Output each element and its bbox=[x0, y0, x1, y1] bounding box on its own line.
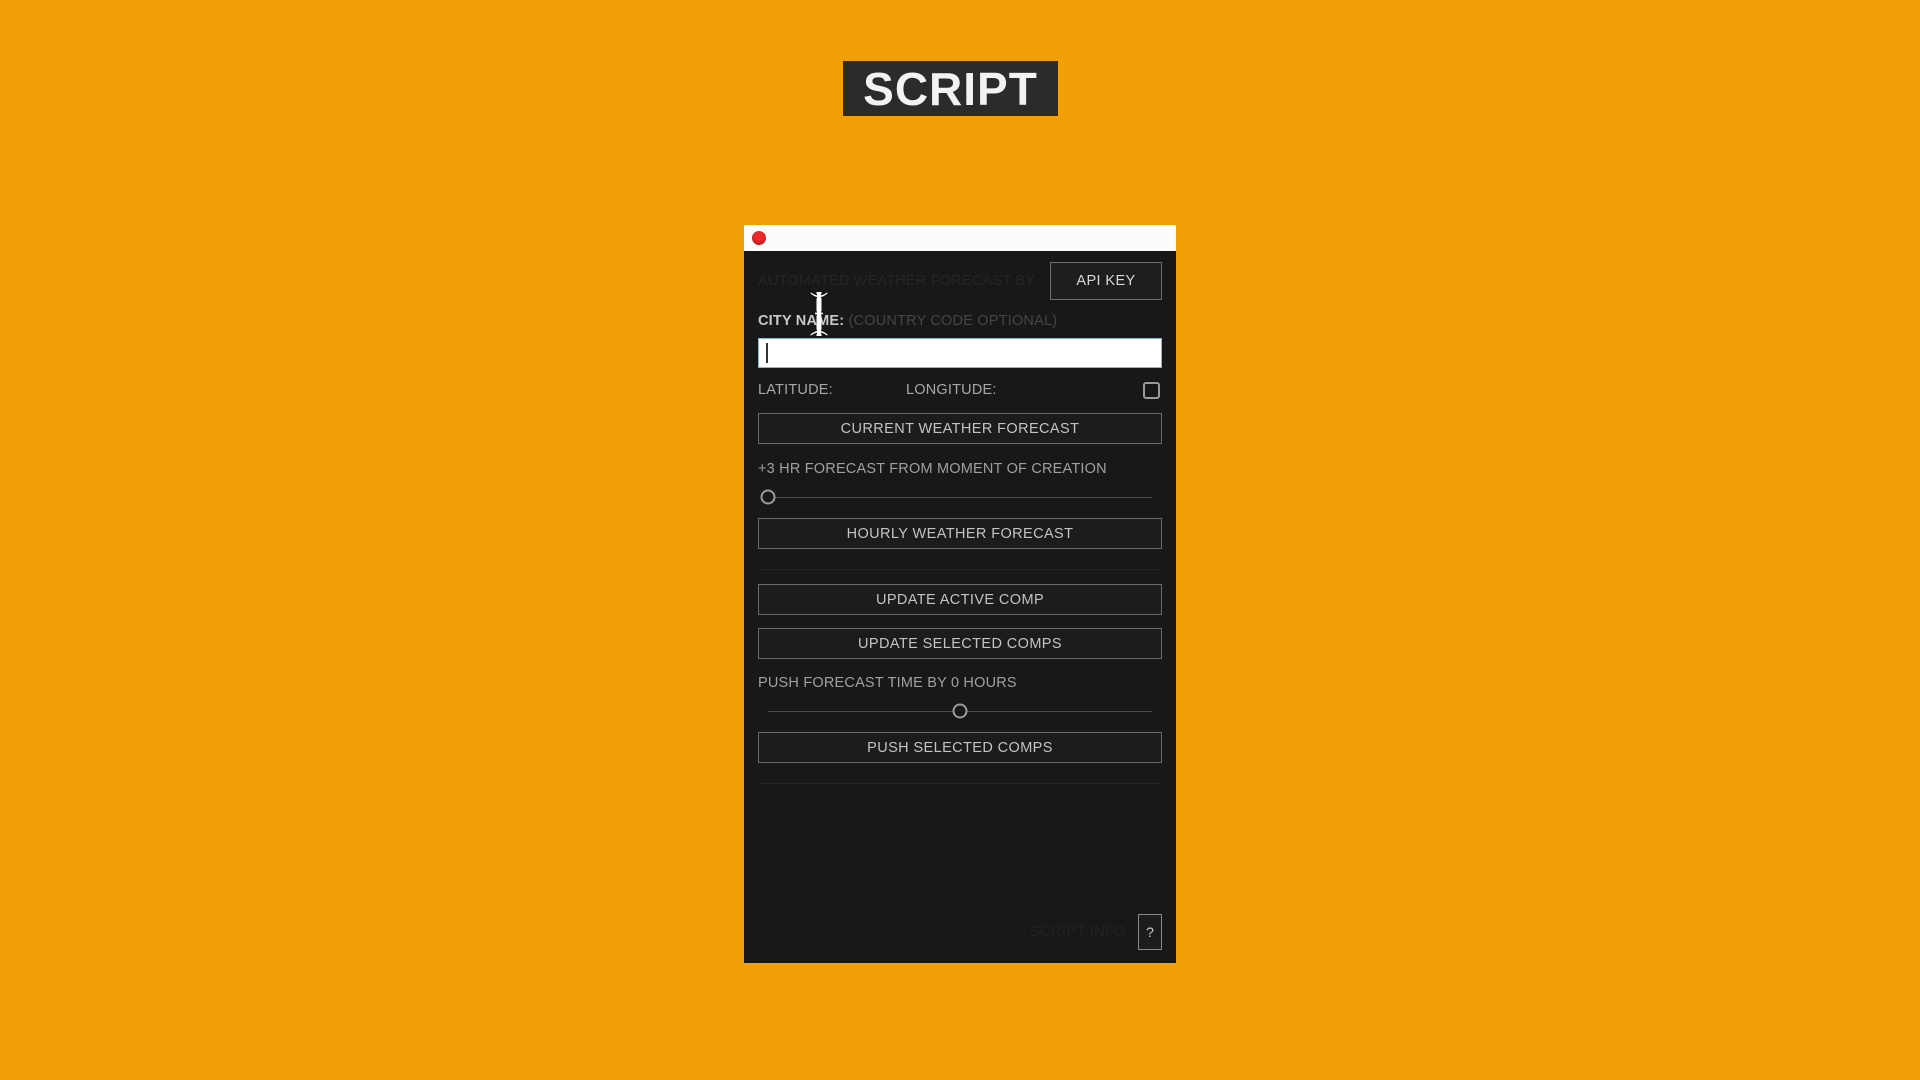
script-title-badge: SCRIPT bbox=[843, 61, 1058, 116]
city-input-wrapper bbox=[758, 338, 1162, 368]
hour-offset-slider-track bbox=[768, 497, 1152, 498]
city-name-label: CITY NAME: bbox=[758, 313, 845, 329]
update-selected-comps-button[interactable]: UPDATE SELECTED COMPS bbox=[758, 628, 1162, 659]
current-weather-forecast-button[interactable]: CURRENT WEATHER FORECAST bbox=[758, 413, 1162, 444]
push-time-slider-thumb[interactable] bbox=[952, 703, 968, 719]
panel-body: AUTOMATED WEATHER FORECAST BY API KEY CI… bbox=[744, 251, 1176, 963]
push-time-slider-label: PUSH FORECAST TIME BY 0 HOURS bbox=[758, 675, 1017, 691]
hour-offset-slider[interactable] bbox=[758, 486, 1162, 508]
panel-titlebar bbox=[744, 225, 1176, 251]
update-active-comp-button[interactable]: UPDATE ACTIVE COMP bbox=[758, 584, 1162, 615]
script-info-link[interactable]: SCRIPT INFO bbox=[1030, 924, 1126, 940]
push-time-slider[interactable] bbox=[758, 700, 1162, 722]
section-divider-1 bbox=[758, 569, 1162, 570]
city-name-label-row: CITY NAME: (COUNTRY CODE OPTIONAL) bbox=[758, 313, 1162, 329]
close-icon[interactable] bbox=[752, 231, 766, 245]
text-caret bbox=[766, 343, 768, 363]
hourly-weather-forecast-button[interactable]: HOURLY WEATHER FORECAST bbox=[758, 518, 1162, 549]
help-button[interactable]: ? bbox=[1138, 914, 1162, 950]
page-title: SCRIPT bbox=[863, 62, 1038, 115]
latitude-label: LATITUDE: bbox=[758, 382, 833, 398]
hour-offset-slider-label: +3 HR FORECAST FROM MOMENT OF CREATION bbox=[758, 461, 1107, 477]
hour-offset-slider-thumb[interactable] bbox=[760, 489, 776, 505]
longitude-label: LONGITUDE: bbox=[906, 382, 997, 398]
coordinates-checkbox[interactable] bbox=[1143, 381, 1160, 399]
section-divider-2 bbox=[758, 783, 1162, 784]
script-panel-window: AUTOMATED WEATHER FORECAST BY API KEY CI… bbox=[742, 223, 1178, 965]
coordinates-row: LATITUDE: LONGITUDE: bbox=[758, 379, 1162, 401]
city-name-hint: (COUNTRY CODE OPTIONAL) bbox=[848, 313, 1058, 329]
panel-header-row: AUTOMATED WEATHER FORECAST BY API KEY bbox=[758, 251, 1162, 311]
script-subtitle: AUTOMATED WEATHER FORECAST BY bbox=[758, 273, 1036, 289]
api-key-button[interactable]: API KEY bbox=[1050, 262, 1162, 300]
panel-footer: SCRIPT INFO ? bbox=[758, 909, 1162, 955]
push-selected-comps-button[interactable]: PUSH SELECTED COMPS bbox=[758, 732, 1162, 763]
city-name-input[interactable] bbox=[758, 338, 1162, 368]
